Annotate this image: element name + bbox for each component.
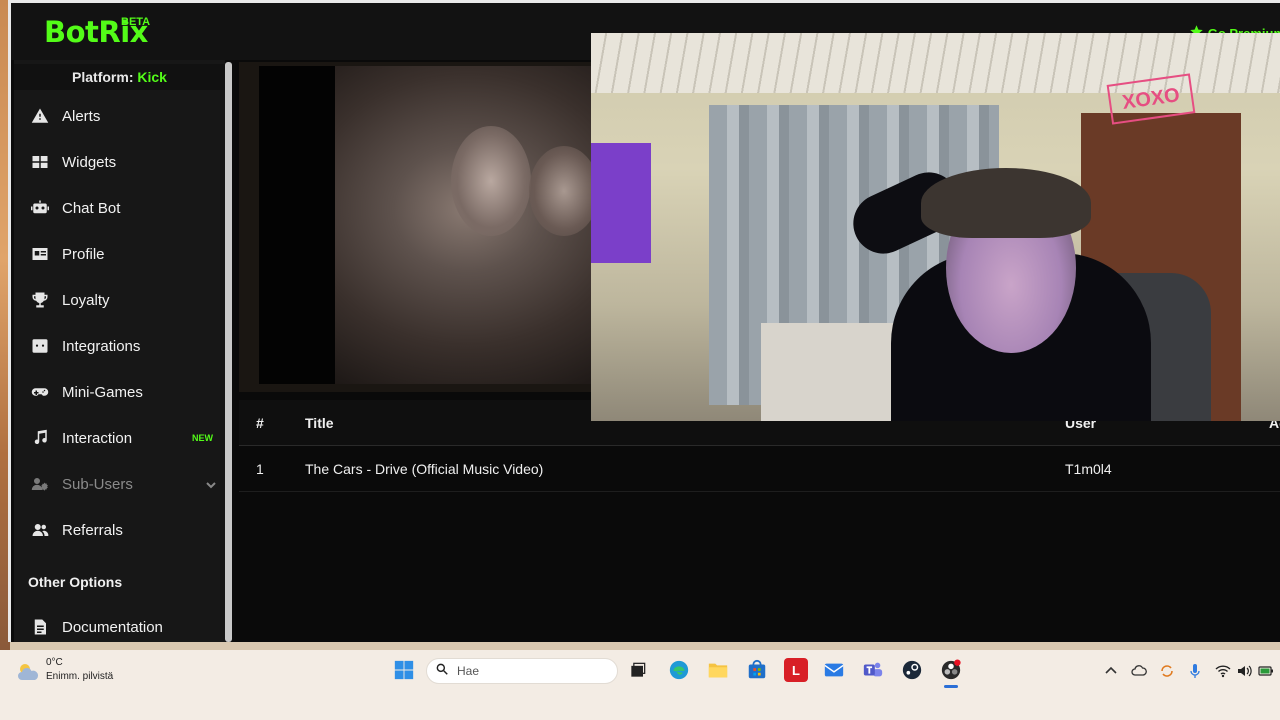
users-icon — [31, 521, 49, 539]
steam-icon[interactable] — [900, 658, 924, 682]
sidebar-item-label: Documentation — [62, 618, 163, 636]
sidebar-scrollbar[interactable] — [225, 62, 232, 642]
sidebar-item-chat-bot[interactable]: Chat Bot — [14, 187, 225, 229]
video-player[interactable] — [259, 66, 595, 384]
row-number: 1 — [256, 461, 264, 477]
sidebar-item-sub-users[interactable]: Sub-Users — [14, 463, 225, 505]
cloud-icon — [16, 656, 40, 689]
widgets-icon — [31, 153, 49, 171]
sidebar-item-profile[interactable]: Profile — [14, 233, 225, 275]
teams-icon[interactable] — [861, 658, 885, 682]
task-view-icon[interactable] — [626, 658, 650, 682]
onedrive-icon[interactable] — [1131, 663, 1147, 679]
webcam-purple-light — [591, 143, 651, 263]
sidebar-item-label: Referrals — [62, 521, 123, 539]
new-badge: NEW — [192, 433, 213, 443]
sidebar-item-label: Profile — [62, 245, 105, 263]
header-number: # — [256, 415, 264, 431]
search-placeholder: Hae — [457, 664, 480, 678]
file-explorer-icon[interactable] — [706, 658, 730, 682]
sidebar-item-label: Sub-Users — [62, 475, 133, 493]
weather-widget[interactable]: 0°C Enimm. pilvistä — [16, 656, 113, 689]
video-frame-figure — [529, 146, 595, 236]
edge-icon[interactable] — [667, 658, 691, 682]
weather-description: Enimm. pilvistä — [46, 671, 114, 682]
webcam-overlay: XOXO — [591, 33, 1280, 421]
header-title: Title — [305, 415, 334, 431]
sidebar-item-widgets[interactable]: Widgets — [14, 141, 225, 183]
music-icon — [31, 429, 49, 447]
mail-icon[interactable] — [822, 658, 846, 682]
search-icon — [435, 662, 449, 681]
sidebar-item-integrations[interactable]: Integrations — [14, 325, 225, 367]
letterbox-bar — [259, 66, 335, 384]
discord-icon — [31, 337, 49, 355]
robot-icon — [31, 199, 49, 217]
platform-indicator: Platform: Kick — [14, 64, 225, 90]
store-icon[interactable] — [745, 658, 769, 682]
id-card-icon — [31, 245, 49, 263]
l-app-icon[interactable]: L — [784, 658, 808, 682]
chevron-down-icon — [205, 478, 217, 490]
sidebar-item-referrals[interactable]: Referrals — [14, 509, 225, 551]
document-icon — [31, 618, 49, 636]
weather-temperature: 0°C — [46, 657, 63, 668]
other-options-heading: Other Options — [28, 574, 123, 590]
beta-badge: BETA — [121, 16, 151, 28]
gamepad-icon — [31, 383, 49, 401]
sidebar-item-label: Widgets — [62, 153, 117, 171]
sidebar-item-label: Loyalty — [62, 291, 110, 309]
table-row[interactable]: 1 The Cars - Drive (Official Music Video… — [239, 446, 1280, 492]
users-cog-icon — [31, 475, 49, 493]
sidebar-item-label: Chat Bot — [62, 199, 121, 217]
video-frame-figure — [451, 126, 531, 236]
obs-icon[interactable] — [939, 658, 963, 682]
video-player-container — [239, 62, 595, 392]
taskbar-search[interactable]: Hae — [426, 658, 618, 684]
trophy-icon — [31, 291, 49, 309]
sidebar-item-mini-games[interactable]: Mini-Games — [14, 371, 225, 413]
warning-icon — [31, 107, 49, 125]
windows-start-icon[interactable] — [392, 658, 416, 682]
sidebar-item-label: Alerts — [62, 107, 101, 125]
row-title: The Cars - Drive (Official Music Video) — [305, 461, 544, 477]
sidebar-item-loyalty[interactable]: Loyalty — [14, 279, 225, 321]
sidebar-item-interaction[interactable]: Interaction NEW — [14, 417, 225, 459]
platform-label: Platform: — [72, 69, 134, 85]
sidebar-item-documentation[interactable]: Documentation — [14, 606, 225, 642]
sidebar: Platform: Kick Alerts Widgets Chat Bot P… — [14, 60, 225, 642]
battery-icon[interactable] — [1258, 663, 1274, 679]
platform-value: Kick — [137, 69, 167, 85]
chevron-up-icon[interactable] — [1103, 663, 1119, 679]
taskbar: 0°C Enimm. pilvistä Hae L — [0, 650, 1280, 720]
sync-icon[interactable] — [1159, 663, 1175, 679]
webcam-person-hair — [921, 168, 1091, 238]
row-user: T1m0l4 — [1065, 461, 1112, 477]
microphone-icon[interactable] — [1187, 663, 1203, 679]
wifi-icon[interactable] — [1215, 663, 1231, 679]
active-app-indicator — [944, 685, 958, 688]
sidebar-item-alerts[interactable]: Alerts — [14, 95, 225, 137]
sidebar-item-label: Interaction — [62, 429, 133, 447]
sidebar-item-label: Mini-Games — [62, 383, 143, 401]
sidebar-item-label: Integrations — [62, 337, 141, 355]
volume-icon[interactable] — [1236, 663, 1252, 679]
